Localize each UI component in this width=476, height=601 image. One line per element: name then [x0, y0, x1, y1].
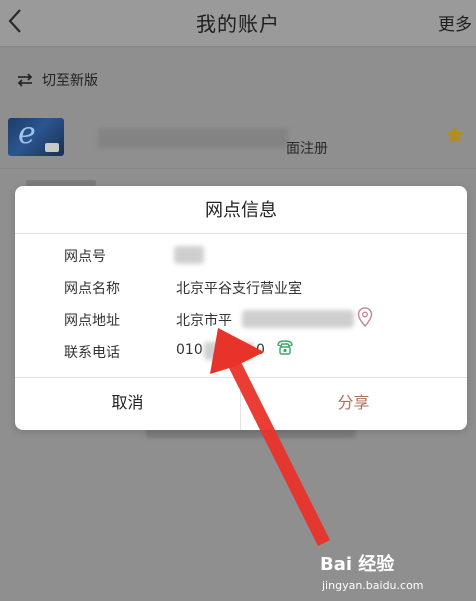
card-chip-icon	[45, 143, 59, 152]
branch-number-redacted	[174, 246, 204, 264]
branch-number-row: 网点号	[64, 246, 454, 268]
account-status: 面注册	[286, 141, 328, 157]
star-icon[interactable]	[444, 124, 466, 146]
dialog-title: 网点信息	[205, 200, 277, 221]
branch-info-dialog: 网点信息 网点号 网点名称 北京平谷支行营业室 网点地址 北京市平 联系电话 0…	[15, 186, 467, 430]
header: 我的账户 更多	[0, 0, 476, 47]
switch-version-label: 切至新版	[42, 73, 98, 89]
branch-address-value: 北京市平	[176, 313, 232, 329]
telephone-icon[interactable]	[276, 339, 294, 355]
watermark-url: jingyan.baidu.com	[321, 579, 424, 592]
branch-number-label: 网点号	[64, 249, 106, 265]
branch-name-row: 网点名称 北京平谷支行营业室	[64, 278, 454, 300]
share-button[interactable]: 分享	[241, 378, 466, 430]
phone-value: 010	[176, 342, 203, 358]
branch-address-row: 网点地址 北京市平	[64, 310, 454, 332]
phone-label: 联系电话	[64, 345, 120, 361]
branch-address-redacted	[242, 310, 354, 328]
page-title: 我的账户	[196, 12, 280, 36]
phone-row: 联系电话 010 0	[64, 342, 454, 364]
bank-card-image: e	[8, 118, 64, 156]
account-number-redacted	[98, 128, 288, 148]
switch-arrows-icon	[17, 73, 33, 87]
branch-name-value: 北京平谷支行营业室	[176, 281, 302, 297]
branch-address-label: 网点地址	[64, 313, 120, 329]
divider	[15, 233, 467, 234]
watermark-logo-text: Bai 经验	[320, 553, 395, 575]
baidu-jingyan-watermark: Bai 经验 jingyan.baidu.com	[320, 553, 424, 592]
more-button[interactable]: 更多	[438, 10, 472, 35]
screen: 我的账户 更多 切至新版 e 面注册 网点信息 网点号 网点名称 北京平谷支行营…	[0, 0, 476, 601]
account-row[interactable]: e	[0, 108, 476, 169]
branch-name-label: 网点名称	[64, 281, 120, 297]
phone-redacted	[204, 342, 254, 360]
phone-value-suffix: 0	[256, 342, 265, 358]
location-pin-icon[interactable]	[357, 307, 373, 327]
card-logo-icon: e	[18, 118, 36, 151]
switch-version-button[interactable]: 切至新版	[16, 68, 98, 92]
cancel-button[interactable]: 取消	[15, 378, 240, 430]
